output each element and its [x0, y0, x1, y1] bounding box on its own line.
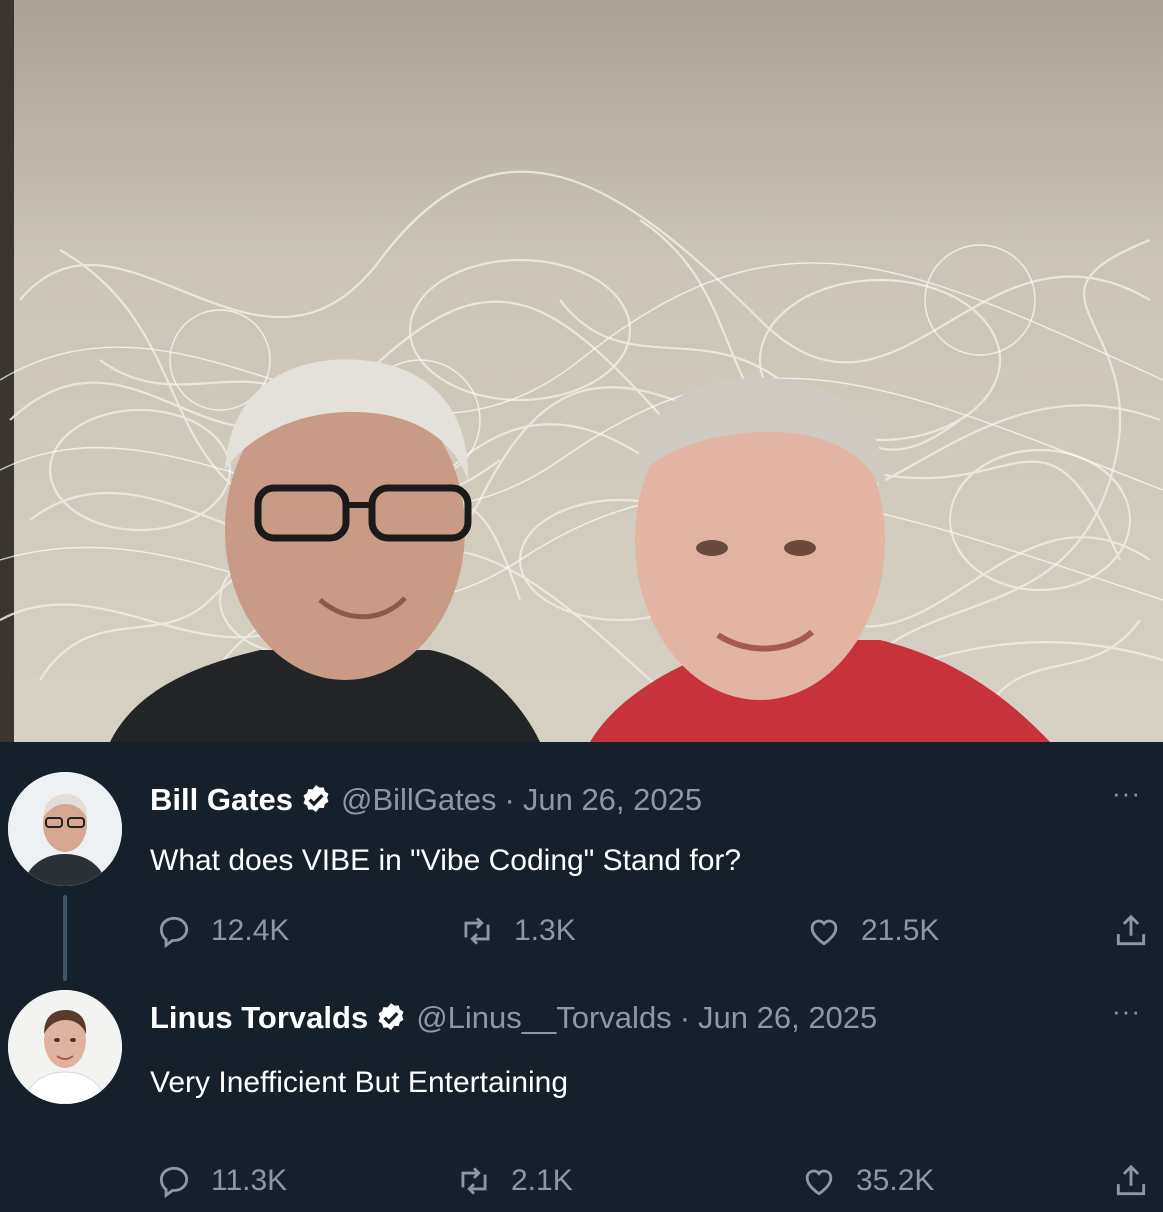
retweet-count: 2.1K — [511, 1164, 573, 1197]
tweet-actions: 11.3K 2.1K 35.2K — [0, 1162, 1163, 1212]
tweet-linus-torvalds[interactable]: Linus Torvalds @Linus__Torvalds · Jun 26… — [0, 970, 1163, 1200]
share-icon — [1116, 1164, 1146, 1196]
like-count: 35.2K — [856, 1164, 935, 1197]
heart-icon — [805, 1169, 833, 1196]
tweet-header: Linus Torvalds @Linus__Torvalds · Jun 26… — [150, 1000, 877, 1036]
heart-icon — [810, 919, 838, 946]
photo-image — [0, 0, 1163, 742]
header-separator: · — [679, 1000, 691, 1035]
like-button[interactable]: 35.2K — [800, 1162, 934, 1200]
verified-badge-icon — [299, 783, 333, 817]
tweet-header: Bill Gates @BillGates · Jun 26, 2025 — [150, 782, 702, 818]
reply-button[interactable]: 11.3K — [155, 1162, 287, 1200]
avatar-image — [8, 772, 122, 886]
share-icon — [1116, 914, 1146, 946]
reply-icon — [159, 1166, 189, 1199]
tweet-photo[interactable] — [0, 0, 1163, 742]
tweet-text: What does VIBE in "Vibe Coding" Stand fo… — [150, 844, 742, 877]
share-button[interactable] — [1112, 912, 1163, 950]
avatar[interactable] — [8, 772, 122, 886]
retweet-button[interactable]: 2.1K — [455, 1162, 573, 1200]
retweet-icon — [461, 1167, 487, 1195]
author-name[interactable]: Bill Gates — [150, 782, 293, 818]
reply-icon — [159, 916, 189, 949]
author-name[interactable]: Linus Torvalds — [150, 1000, 368, 1036]
more-options-icon[interactable]: ··· — [1112, 780, 1141, 806]
reply-count: 12.4K — [211, 914, 290, 947]
avatar[interactable] — [8, 990, 122, 1104]
like-count: 21.5K — [861, 914, 940, 947]
avatar-image — [8, 990, 122, 1104]
retweet-count: 1.3K — [514, 914, 576, 947]
author-handle[interactable]: @Linus__Torvalds — [416, 1000, 672, 1036]
reply-count: 11.3K — [211, 1164, 288, 1197]
header-separator: · — [504, 782, 515, 817]
tweet-date[interactable]: Jun 26, 2025 — [698, 1000, 877, 1036]
retweet-icon — [464, 917, 490, 945]
reply-button[interactable]: 12.4K — [155, 912, 289, 950]
tweet-text: Very Inefficient But Entertaining — [150, 1066, 569, 1099]
like-button[interactable]: 21.5K — [805, 912, 939, 950]
tweet-date[interactable]: Jun 26, 2025 — [523, 782, 702, 818]
verified-badge-icon — [374, 1001, 408, 1035]
tweet-thread: Bill Gates @BillGates · Jun 26, 2025 ···… — [0, 742, 1163, 1200]
more-options-icon[interactable]: ··· — [1112, 998, 1141, 1024]
tweet-bill-gates[interactable]: Bill Gates @BillGates · Jun 26, 2025 ···… — [0, 742, 1163, 981]
author-handle[interactable]: @BillGates — [341, 782, 497, 818]
retweet-button[interactable]: 1.3K — [458, 912, 576, 950]
share-button[interactable] — [1112, 1162, 1163, 1200]
tweet-actions: 12.4K 1.3K 21.5K — [0, 912, 1163, 962]
